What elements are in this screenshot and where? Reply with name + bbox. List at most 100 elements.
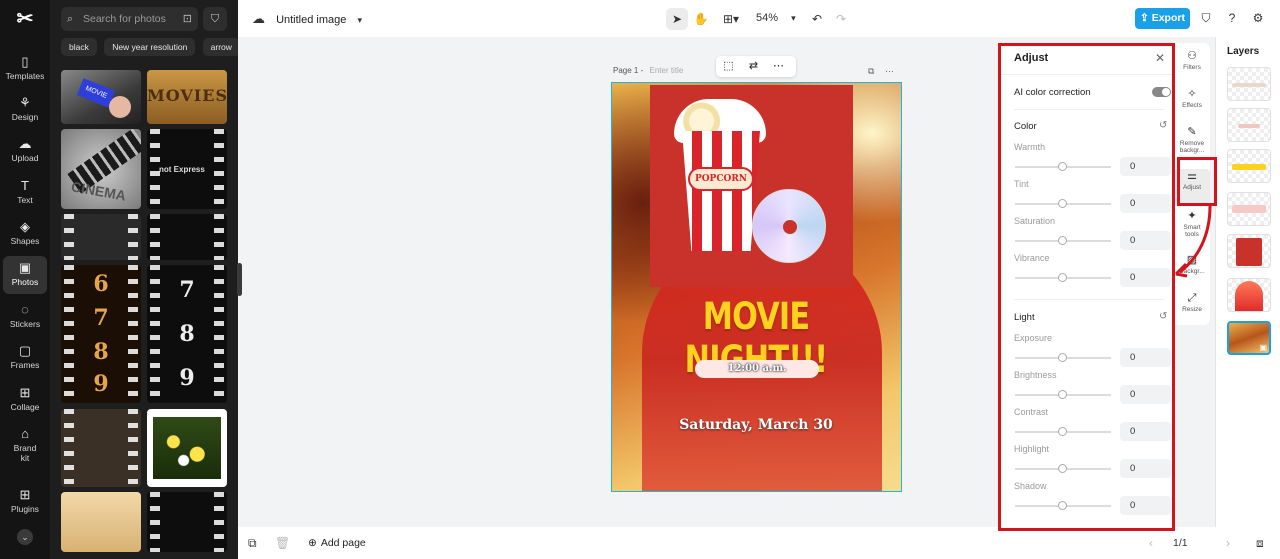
photo-thumbnail[interactable] bbox=[61, 214, 141, 260]
more-icon[interactable]: ⋯ bbox=[885, 66, 894, 76]
rail-photos[interactable]: ▣ Photos bbox=[3, 256, 47, 294]
layer-thumbnail[interactable] bbox=[1227, 149, 1271, 183]
layer-thumbnail[interactable] bbox=[1227, 108, 1271, 142]
photo-thumbnail[interactable]: 7 8 9 bbox=[147, 265, 227, 403]
duplicate-page-icon[interactable]: ⧉ bbox=[248, 536, 257, 551]
saturation-value-input[interactable]: 0 bbox=[1120, 231, 1171, 250]
brightness-value-input[interactable]: 0 bbox=[1120, 385, 1171, 404]
saturation-slider[interactable] bbox=[1015, 236, 1111, 245]
contrast-slider[interactable] bbox=[1015, 427, 1111, 436]
panel-collapse-handle[interactable] bbox=[237, 263, 242, 296]
slider-knob[interactable] bbox=[1058, 427, 1067, 436]
date-text[interactable]: Saturday, March 30 bbox=[612, 417, 900, 433]
zoom-menu[interactable]: 54% ▾ bbox=[756, 0, 796, 37]
photo-thumbnail[interactable] bbox=[147, 214, 227, 260]
tool-remove-background[interactable]: ✎ Remove backgr... bbox=[1174, 125, 1210, 165]
redo-button[interactable]: ↷ bbox=[830, 8, 852, 30]
capcut-logo-icon[interactable]: ✂ bbox=[12, 8, 38, 30]
reset-light-icon[interactable]: ↺ bbox=[1159, 311, 1167, 322]
slider-knob[interactable] bbox=[1058, 236, 1067, 245]
shadow-slider[interactable] bbox=[1015, 501, 1111, 510]
layer-thumbnail[interactable] bbox=[1227, 192, 1271, 226]
warmth-slider[interactable] bbox=[1015, 162, 1111, 171]
brightness-slider[interactable] bbox=[1015, 390, 1111, 399]
rail-brand-kit[interactable]: ⌂ Brand kit bbox=[3, 425, 47, 469]
rail-frames[interactable]: ▢ Frames bbox=[3, 342, 47, 380]
rail-shapes[interactable]: ◈ Shapes bbox=[3, 218, 47, 256]
rail-stickers[interactable]: ◌ Stickers bbox=[3, 301, 47, 339]
help-button[interactable]: ? bbox=[1223, 9, 1241, 27]
slider-knob[interactable] bbox=[1058, 162, 1067, 171]
slider-knob[interactable] bbox=[1058, 199, 1067, 208]
page-title-input[interactable]: Enter title bbox=[649, 66, 683, 75]
settings-button[interactable]: ⚙ bbox=[1249, 9, 1267, 27]
tint-value-input[interactable]: 0 bbox=[1120, 194, 1171, 213]
photo-thumbnail[interactable] bbox=[61, 492, 141, 552]
add-page-button[interactable]: ⊕ Add page bbox=[308, 527, 366, 559]
photo-thumbnail[interactable] bbox=[147, 492, 227, 552]
tint-slider[interactable] bbox=[1015, 199, 1111, 208]
undo-button[interactable]: ↶ bbox=[806, 8, 828, 30]
image-search-icon[interactable]: ⊡ bbox=[183, 7, 192, 31]
tool-background[interactable]: ▨ Backgr... bbox=[1174, 253, 1210, 289]
slider-knob[interactable] bbox=[1058, 353, 1067, 362]
hand-tool[interactable]: ✋ bbox=[690, 8, 712, 30]
duplicate-page-icon[interactable]: ⧉ bbox=[868, 66, 874, 76]
rail-plugins[interactable]: ⊞ Plugins bbox=[3, 486, 47, 524]
ai-color-correction-toggle[interactable] bbox=[1152, 87, 1171, 97]
layer-thumbnail[interactable] bbox=[1227, 67, 1271, 101]
expand-rail-chevron-icon[interactable]: ⌄ bbox=[17, 529, 33, 545]
close-icon[interactable]: ✕ bbox=[1155, 51, 1165, 65]
highlight-value-input[interactable]: 0 bbox=[1120, 459, 1171, 478]
photo-thumbnail[interactable]: MOVIES bbox=[147, 70, 227, 124]
slider-knob[interactable] bbox=[1058, 273, 1067, 282]
search-input[interactable]: ⌕ Search for photos ⊡ bbox=[61, 7, 198, 31]
exposure-value-input[interactable]: 0 bbox=[1120, 348, 1171, 367]
export-button[interactable]: ⇪ Export bbox=[1135, 8, 1190, 29]
layer-thumbnail[interactable] bbox=[1227, 278, 1271, 312]
contrast-value-input[interactable]: 0 bbox=[1120, 422, 1171, 441]
layer-thumbnail-selected[interactable]: ▣ bbox=[1227, 321, 1271, 355]
select-tool[interactable]: ➤ bbox=[666, 8, 688, 30]
tool-smart-tools[interactable]: ✦ Smart tools bbox=[1174, 209, 1210, 249]
photo-thumbnail[interactable] bbox=[147, 409, 227, 487]
shield-button[interactable]: ⛉ bbox=[1197, 9, 1215, 27]
select-area-icon[interactable]: ⬚ bbox=[716, 56, 741, 77]
photo-thumbnail[interactable]: not Express bbox=[147, 129, 227, 209]
layer-thumbnail[interactable] bbox=[1227, 234, 1271, 268]
reset-color-icon[interactable]: ↺ bbox=[1159, 120, 1167, 131]
rail-text[interactable]: T Text bbox=[3, 177, 47, 215]
rail-collage[interactable]: ⊞ Collage bbox=[3, 384, 47, 422]
next-page-icon[interactable]: › bbox=[1226, 527, 1230, 559]
chip-black[interactable]: black bbox=[61, 38, 97, 56]
page-manager-icon[interactable]: ⧈ bbox=[1256, 536, 1264, 551]
filter-button[interactable]: ⛉ bbox=[203, 7, 227, 31]
time-text[interactable]: 12:00 a.m. bbox=[695, 360, 819, 378]
photo-thumbnail[interactable]: 6 7 8 9 bbox=[61, 265, 141, 403]
slider-knob[interactable] bbox=[1058, 464, 1067, 473]
vibrance-value-input[interactable]: 0 bbox=[1120, 268, 1171, 287]
document-title-menu[interactable]: ☁ Untitled image ▾ bbox=[252, 0, 362, 37]
rail-templates[interactable]: ▯ Templates bbox=[3, 53, 47, 91]
chip-arrow[interactable]: arrow bbox=[202, 38, 238, 56]
photo-thumbnail[interactable]: MOVIE bbox=[61, 70, 141, 124]
previous-page-icon[interactable]: ‹ bbox=[1149, 527, 1153, 559]
slider-knob[interactable] bbox=[1058, 390, 1067, 399]
layout-menu[interactable]: ⊞▾ bbox=[716, 8, 746, 30]
design-artboard[interactable]: POPCORN MOVIE NIGHT!!! 12:00 a.m. Saturd… bbox=[611, 82, 902, 492]
exposure-slider[interactable] bbox=[1015, 353, 1111, 362]
vibrance-slider[interactable] bbox=[1015, 273, 1111, 282]
photo-thumbnail[interactable]: CINEMA bbox=[61, 129, 141, 209]
tool-filters[interactable]: ⚇ Filters bbox=[1174, 49, 1210, 85]
tool-resize[interactable]: ⤢ Resize bbox=[1174, 291, 1210, 327]
tool-adjust[interactable]: ⚌ Adjust bbox=[1174, 169, 1210, 205]
popcorn-photo[interactable]: POPCORN bbox=[650, 85, 853, 287]
rail-upload[interactable]: ☁ Upload bbox=[3, 135, 47, 173]
shadow-value-input[interactable]: 0 bbox=[1120, 496, 1171, 515]
highlight-slider[interactable] bbox=[1015, 464, 1111, 473]
slider-knob[interactable] bbox=[1058, 501, 1067, 510]
chip-new-year-resolution[interactable]: New year resolution bbox=[104, 38, 196, 56]
warmth-value-input[interactable]: 0 bbox=[1120, 157, 1171, 176]
tool-effects[interactable]: ✧ Effects bbox=[1174, 87, 1210, 123]
more-icon[interactable]: ⋯ bbox=[766, 56, 791, 77]
